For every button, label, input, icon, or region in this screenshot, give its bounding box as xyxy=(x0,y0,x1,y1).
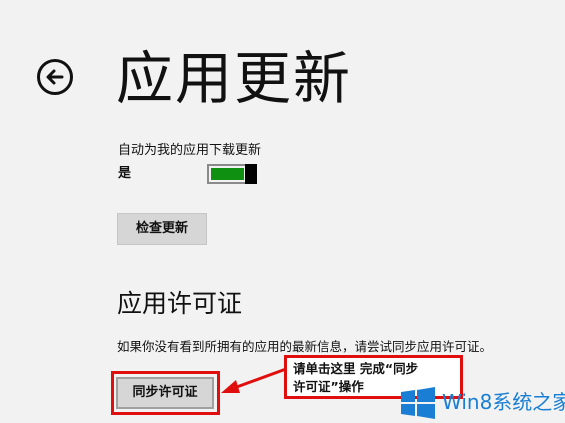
watermark: Win8系统之家 xyxy=(400,383,565,423)
callout-line-1: 请单击这里 完成“同步 xyxy=(293,361,419,376)
windows-logo-icon xyxy=(401,387,435,419)
back-arrow-icon xyxy=(46,69,64,85)
toggle-thumb[interactable] xyxy=(245,164,257,184)
sync-license-button[interactable]: 同步许可证 xyxy=(116,377,214,409)
back-button[interactable] xyxy=(37,59,73,95)
auto-update-toggle[interactable] xyxy=(207,164,257,184)
watermark-text: Win8系统之家 xyxy=(442,390,565,414)
license-section-title: 应用许可证 xyxy=(117,289,243,318)
page-title: 应用更新 xyxy=(116,46,352,112)
toggle-fill xyxy=(211,168,244,180)
toggle-state-label: 是 xyxy=(118,166,132,181)
auto-update-label: 自动为我的应用下载更新 xyxy=(118,143,262,158)
check-updates-button[interactable]: 检查更新 xyxy=(117,213,207,245)
license-info-text: 如果你没有看到所拥有的应用的最新信息，请尝试同步应用许可证。 xyxy=(117,339,493,354)
